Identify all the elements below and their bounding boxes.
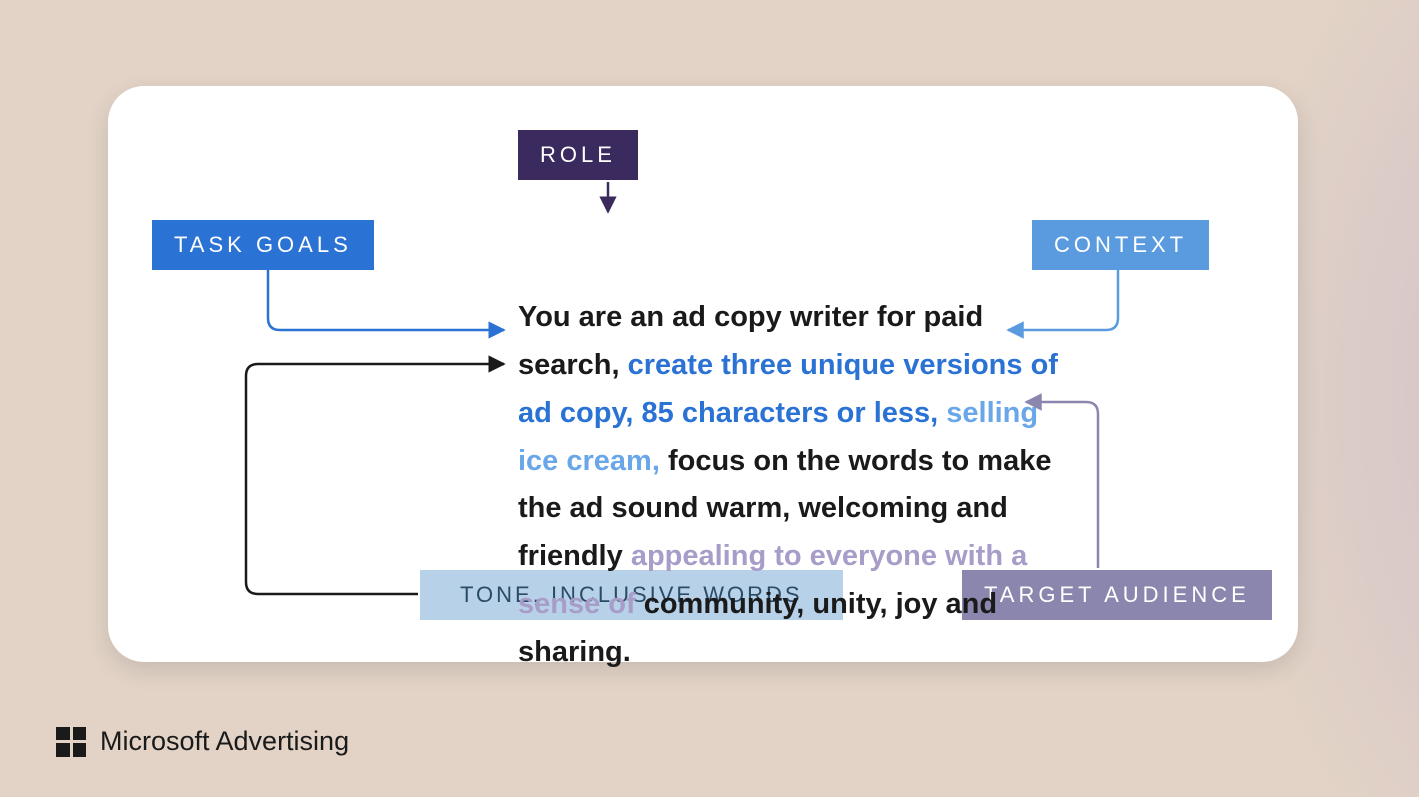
prompt-text: You are an ad copy writer for paid searc… [518,294,1078,677]
diagram-card: ROLE TASK GOALS CONTEXT TONE, INCLUSIVE … [108,86,1298,662]
label-context: CONTEXT [1032,220,1209,270]
brand-text: Microsoft Advertising [100,726,349,757]
label-task-goals: TASK GOALS [152,220,374,270]
label-role: ROLE [518,130,638,180]
microsoft-logo-icon [56,727,86,757]
brand-footer: Microsoft Advertising [56,726,349,757]
